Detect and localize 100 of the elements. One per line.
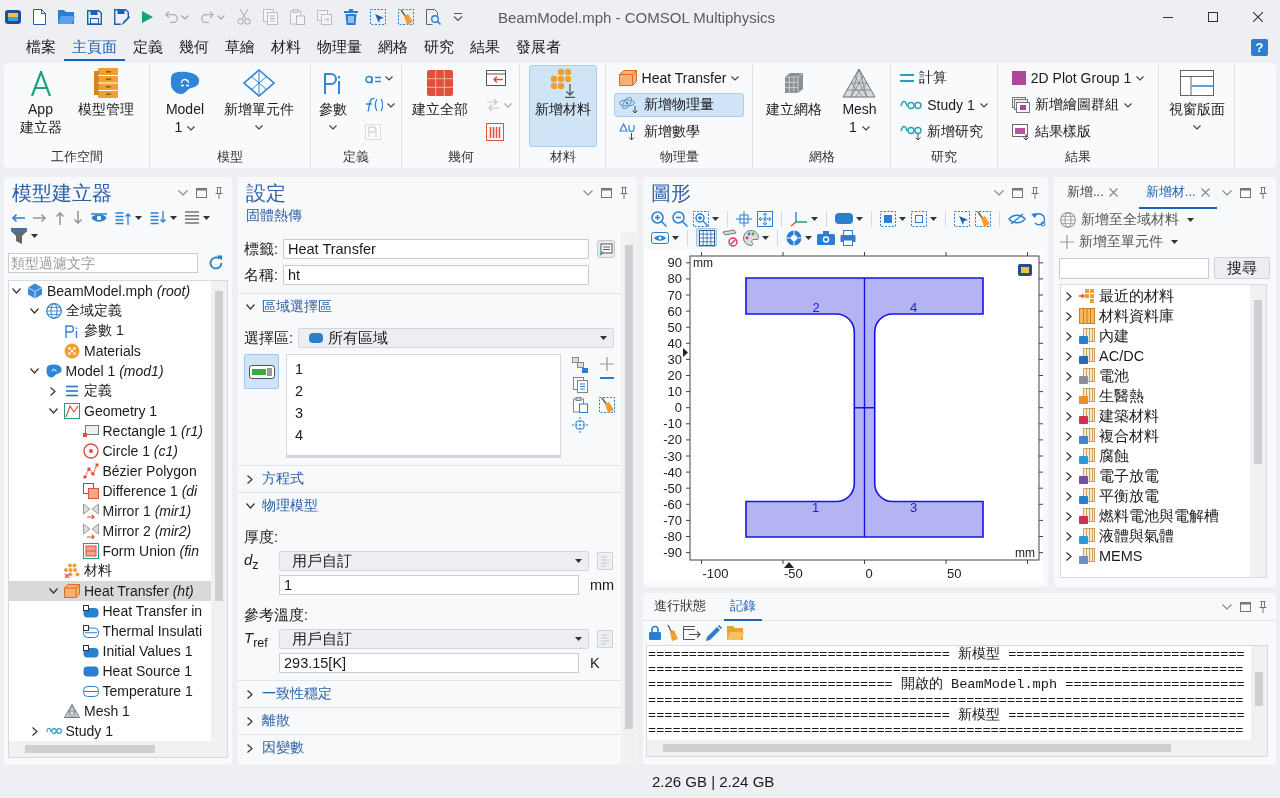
ribbon-button[interactable]: App 建立器 (13, 65, 68, 147)
close-icon[interactable] (1252, 12, 1263, 22)
scrollbar[interactable] (211, 281, 227, 741)
zoom-extents-icon[interactable] (757, 210, 773, 227)
tree-item[interactable]: Rectangle 1 (r1) (9, 421, 211, 441)
refresh-icon[interactable] (208, 255, 224, 271)
tree-item[interactable]: AC/DC (1061, 346, 1250, 366)
chevron-icon[interactable] (30, 368, 39, 374)
caret-icon[interactable] (899, 216, 906, 221)
tree-item[interactable]: Mirror 1 (mir1) (9, 501, 211, 521)
caret-icon[interactable] (930, 216, 937, 221)
tree-item[interactable]: 最近的材料 (1061, 286, 1250, 306)
arrow-down-icon[interactable] (73, 211, 83, 225)
pin-icon[interactable] (1259, 600, 1267, 613)
tree-item[interactable]: 全域定義 (9, 301, 211, 321)
ribbon-button[interactable]: 新增材料 (528, 65, 597, 147)
text-field[interactable]: ht (283, 265, 589, 285)
tree-item[interactable]: 參數 1 (9, 321, 211, 341)
caret-icon[interactable] (762, 235, 769, 240)
save-as-icon[interactable] (114, 9, 130, 25)
scrollbar[interactable] (621, 232, 637, 765)
folder-icon[interactable] (58, 10, 75, 24)
panel-tab[interactable]: 進行狀態 (648, 593, 712, 621)
tree-item[interactable]: Geometry 1 (9, 401, 211, 421)
scrollbar[interactable] (1250, 285, 1266, 577)
menu-button[interactable]: 新增至單元件 (1054, 231, 1178, 253)
print-icon[interactable] (840, 229, 856, 246)
ribbon-button[interactable]: 參數 (313, 65, 353, 147)
caret-icon[interactable] (170, 216, 177, 220)
chevron-icon[interactable] (1066, 411, 1072, 421)
tree-item[interactable]: Thermal Insulati (9, 621, 211, 641)
menu-tab[interactable]: 草繪 (217, 34, 263, 61)
tree-item[interactable]: 內建 (1061, 326, 1250, 346)
option-dropdown[interactable]: 用戶自訂 (279, 551, 589, 571)
reset-icon[interactable] (1031, 210, 1047, 227)
tree-item[interactable]: Bézier Polygon (9, 461, 211, 481)
clear-selection-icon[interactable] (599, 397, 615, 413)
option-dropdown[interactable]: 用戶自訂 (279, 629, 589, 649)
tree-item[interactable]: Heat Transfer in (9, 601, 211, 621)
zoom-in-icon[interactable] (651, 210, 667, 227)
panel-tab[interactable]: 新增材... (1138, 177, 1217, 209)
tree-item[interactable]: Circle 1 (c1) (9, 441, 211, 461)
chevron-icon[interactable] (50, 386, 56, 396)
arrow-left-icon[interactable] (11, 213, 25, 223)
chevron-icon[interactable] (11, 288, 21, 294)
tree-item[interactable]: Difference 1 (di (9, 481, 211, 501)
tree-item[interactable]: 材料資料庫 (1061, 306, 1250, 326)
menu-tab[interactable]: 結果 (462, 34, 508, 61)
arrow-up-icon[interactable] (55, 211, 65, 225)
search-button[interactable]: 搜尋 (1214, 257, 1270, 279)
ribbon-button[interactable]: Model 1 (159, 65, 211, 147)
select-square-icon[interactable] (880, 210, 896, 227)
arrow-right-icon[interactable] (33, 213, 47, 223)
grid-toggle-button[interactable] (696, 228, 717, 247)
caret-icon[interactable] (31, 234, 38, 238)
move-icon[interactable] (736, 210, 752, 227)
deselect-square-icon[interactable] (911, 210, 927, 227)
ribbon-button[interactable]: 新增繪圖群組 (1006, 93, 1150, 117)
ribbon-button[interactable]: 建立全部 (405, 65, 474, 147)
ring-icon[interactable] (786, 229, 802, 246)
blocks-icon[interactable] (572, 357, 588, 373)
palette-icon[interactable] (743, 229, 759, 246)
chevron-icon[interactable] (1066, 551, 1072, 561)
text-field[interactable]: Heat Transfer (283, 239, 589, 259)
customize-icon[interactable] (453, 13, 463, 21)
sort-up-icon[interactable] (115, 211, 131, 225)
list-item[interactable]: 2 (295, 380, 552, 402)
hide-icon[interactable] (1008, 212, 1026, 225)
chevron-icon[interactable] (1066, 531, 1072, 541)
save-icon[interactable] (87, 9, 102, 25)
chevron-icon[interactable] (1066, 491, 1072, 501)
scrollbar[interactable] (9, 741, 227, 757)
tree-item[interactable]: Materials (9, 341, 211, 361)
prohibited-sign-icon[interactable] (722, 228, 738, 247)
tree-item[interactable]: 複合材料 (1061, 426, 1250, 446)
chevron-icon[interactable] (1066, 351, 1072, 361)
filter-icon[interactable] (11, 228, 27, 244)
menu-tab[interactable]: 檔案 (18, 34, 64, 61)
chevron-icon[interactable] (1066, 391, 1072, 401)
chevron-icon[interactable] (1066, 371, 1072, 381)
pin-icon[interactable] (1259, 187, 1267, 199)
tree-item[interactable]: Model 1 (mod1) (9, 361, 211, 381)
tree-item[interactable]: 材料 (9, 561, 211, 581)
lock-icon[interactable] (649, 625, 661, 640)
ribbon-button[interactable]: Heat Transfer (613, 66, 745, 90)
broom-icon[interactable] (666, 624, 678, 641)
caret-icon[interactable] (712, 216, 719, 221)
search-field[interactable] (1059, 257, 1209, 279)
pin-icon[interactable] (1031, 187, 1039, 199)
chevron-icon[interactable] (30, 308, 39, 314)
scrollbar[interactable] (647, 740, 1267, 756)
chevron-icon[interactable] (48, 408, 58, 414)
minimize-icon[interactable] (1162, 16, 1173, 18)
tree-item[interactable]: 腐蝕 (1061, 446, 1250, 466)
pencil-icon[interactable] (706, 624, 722, 641)
maximize-icon[interactable] (1207, 12, 1218, 22)
chevron-icon[interactable] (48, 588, 58, 594)
sort-down-icon[interactable] (150, 211, 166, 225)
caret-icon[interactable] (856, 216, 863, 221)
copy-icon[interactable] (572, 377, 588, 393)
